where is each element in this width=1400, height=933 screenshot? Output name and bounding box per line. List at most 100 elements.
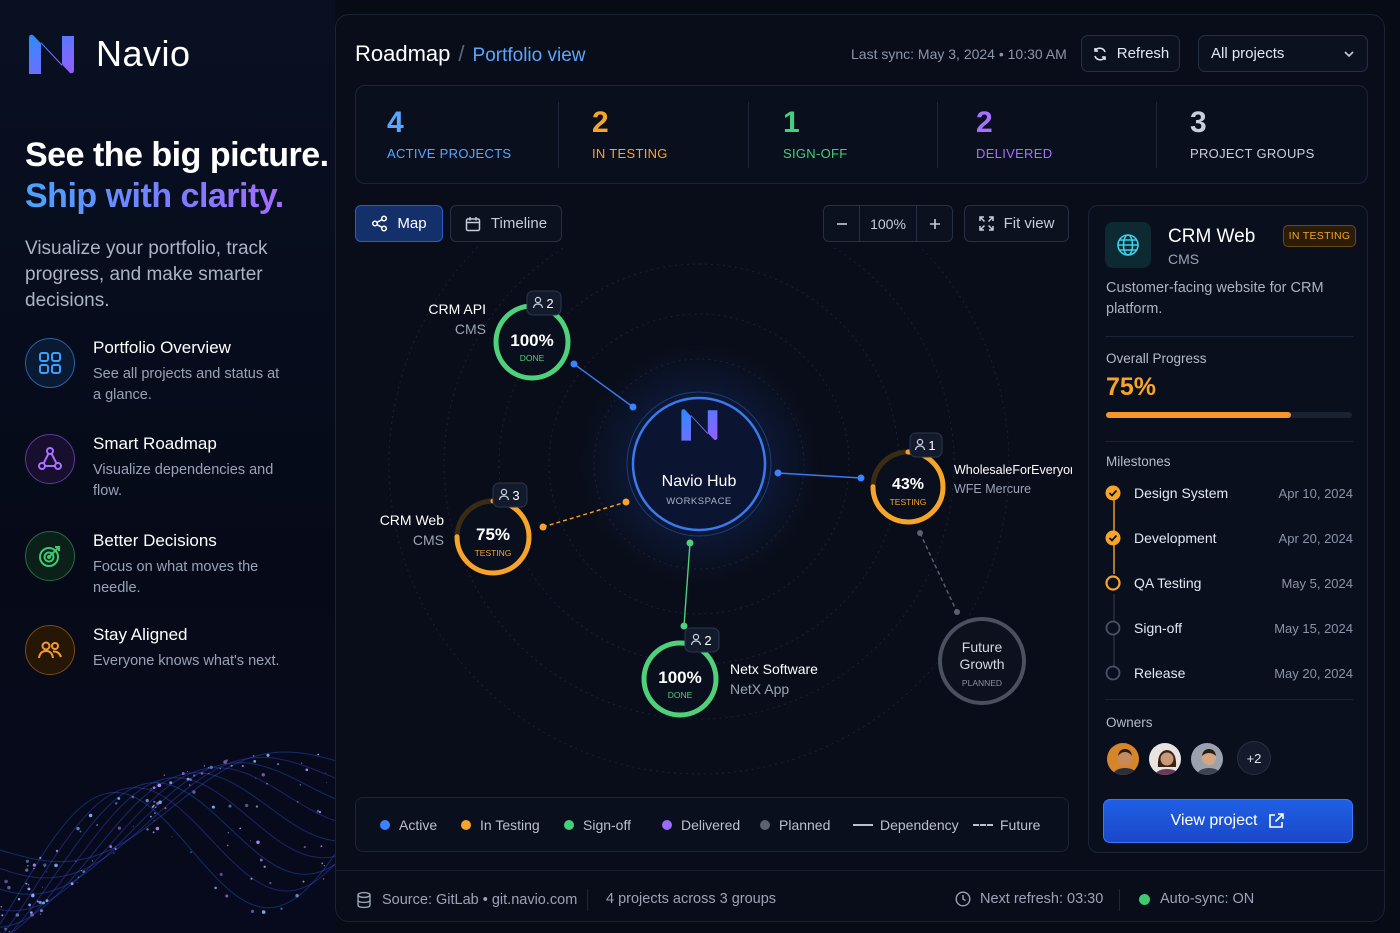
node-name: CRM Web	[380, 512, 445, 528]
more-owners-badge[interactable]: +2	[1237, 741, 1271, 775]
legend-dot	[564, 820, 574, 830]
breadcrumb-separator: /	[458, 41, 465, 66]
node-percent: 100%	[510, 331, 553, 350]
feature-smart-roadmap: Smart Roadmap Visualize dependencies and…	[25, 434, 283, 502]
wave-particle	[316, 809, 320, 813]
stat-value: 1	[783, 106, 800, 139]
fit-view-button[interactable]: Fit view	[964, 205, 1069, 242]
tab-map-label: Map	[397, 215, 427, 232]
wave-particle	[26, 864, 29, 867]
empty-circle-icon	[1105, 665, 1121, 681]
node-future-growth[interactable]: Future Growth PLANNED	[938, 617, 1026, 705]
last-sync-text: Last sync: May 3, 2024 • 10:30 AM	[851, 46, 1067, 62]
empty-circle-icon	[1105, 620, 1121, 636]
panel-description: Customer-facing website for CRM platform…	[1106, 280, 1324, 317]
avatar[interactable]	[1105, 741, 1141, 777]
node-crm-web[interactable]: 75% TESTING 3	[454, 482, 532, 576]
project-filter-select[interactable]: All projects	[1198, 35, 1368, 72]
milestone-item[interactable]: Design System Apr 10, 2024	[1105, 485, 1353, 501]
milestone-item[interactable]: Sign-off May 15, 2024	[1105, 620, 1353, 636]
stat-label: PROJECT GROUPS	[1190, 146, 1315, 161]
progress-label: Overall Progress	[1106, 351, 1207, 366]
wave-particle	[146, 828, 149, 831]
breadcrumb-portfolio-view[interactable]: Portfolio view	[473, 45, 586, 66]
milestone-item[interactable]: Development Apr 20, 2024	[1105, 530, 1353, 546]
node-crm-api[interactable]: 100% DONE 2	[493, 290, 571, 381]
wave-particle	[153, 820, 155, 822]
brand-name: Navio	[96, 33, 191, 74]
wave-particle	[225, 894, 229, 898]
zoom-out-button[interactable]	[824, 206, 860, 241]
wave-particle	[36, 900, 39, 903]
node-netx[interactable]: 100% DONE 2	[641, 627, 720, 718]
divider	[1105, 441, 1353, 442]
wave-particle	[209, 765, 213, 770]
view-project-button[interactable]: View project	[1103, 799, 1353, 843]
tab-timeline-label: Timeline	[490, 215, 548, 232]
wave-particle	[39, 856, 42, 859]
zoom-in-button[interactable]	[916, 206, 952, 241]
wave-particle	[256, 840, 260, 844]
avatar[interactable]	[1147, 741, 1183, 777]
node-wfe[interactable]: 43% TESTING 1	[870, 432, 946, 525]
refresh-button[interactable]: Refresh	[1081, 35, 1180, 72]
navio-logo-icon	[29, 34, 74, 74]
node-percent: 75%	[476, 525, 510, 544]
wave-particle	[27, 887, 31, 891]
wave-line	[0, 791, 335, 925]
wave-particle	[91, 860, 94, 862]
node-group: CMS	[455, 321, 486, 337]
current-circle-icon	[1105, 575, 1121, 591]
wave-particle	[40, 909, 43, 913]
feature-title: Better Decisions	[93, 531, 217, 550]
brand-logo[interactable]: Navio	[26, 32, 191, 76]
divider	[1119, 889, 1120, 911]
fit-view-icon	[978, 216, 994, 231]
wave-particle	[17, 898, 21, 901]
wave-particle	[15, 913, 20, 917]
wave-particle	[43, 863, 47, 867]
wave-line	[3, 787, 335, 933]
feature-better-decisions: Better Decisions Focus on what moves the…	[25, 531, 283, 599]
wave-particle	[261, 910, 266, 914]
progress-value: 75%	[1106, 373, 1157, 401]
wave-particle	[193, 774, 196, 777]
status-badge: IN TESTING	[1283, 225, 1356, 247]
avatar[interactable]	[1189, 741, 1225, 777]
legend-dash	[973, 824, 993, 826]
wave-particle	[207, 766, 210, 769]
target-icon	[25, 531, 75, 581]
milestone-date: May 20, 2024	[1274, 665, 1353, 681]
legend-item-future: Future	[973, 817, 1040, 833]
wave-particle	[219, 767, 221, 770]
wave-particle	[164, 807, 167, 810]
wave-particle	[241, 764, 244, 768]
stat-in-testing: 2 IN TESTING	[592, 106, 668, 161]
marketing-panel: Navio See the big picture. Ship with cla…	[0, 0, 335, 933]
node-status: PLANNED	[962, 678, 1002, 688]
hub-name: Navio Hub	[662, 473, 737, 490]
breadcrumb-roadmap[interactable]: Roadmap	[355, 41, 450, 66]
panel-title: CRM Web	[1168, 226, 1256, 247]
wave-particle	[76, 826, 80, 831]
node-status: DONE	[668, 690, 693, 700]
wave-particle	[302, 880, 305, 883]
wave-particle	[88, 813, 93, 818]
wave-particle	[152, 831, 155, 834]
milestone-item[interactable]: Release May 20, 2024	[1105, 665, 1353, 681]
wave-particle	[266, 753, 270, 757]
milestone-item[interactable]: QA Testing May 5, 2024	[1105, 575, 1353, 591]
feature-title: Stay Aligned	[93, 625, 188, 644]
footer-autosync[interactable]: Auto-sync: ON	[1139, 891, 1254, 907]
wave-particle	[320, 845, 323, 848]
wave-particle	[1, 914, 4, 917]
stat-sign-off: 1 SIGN-OFF	[783, 106, 848, 161]
wave-particle	[46, 871, 48, 873]
svg-text:3: 3	[512, 488, 519, 503]
tab-timeline[interactable]: Timeline	[450, 205, 562, 242]
tab-map[interactable]: Map	[355, 205, 443, 242]
wave-particle	[227, 832, 230, 834]
wave-particle	[32, 863, 36, 867]
wave-particle	[249, 840, 251, 842]
wave-particle	[157, 782, 159, 784]
